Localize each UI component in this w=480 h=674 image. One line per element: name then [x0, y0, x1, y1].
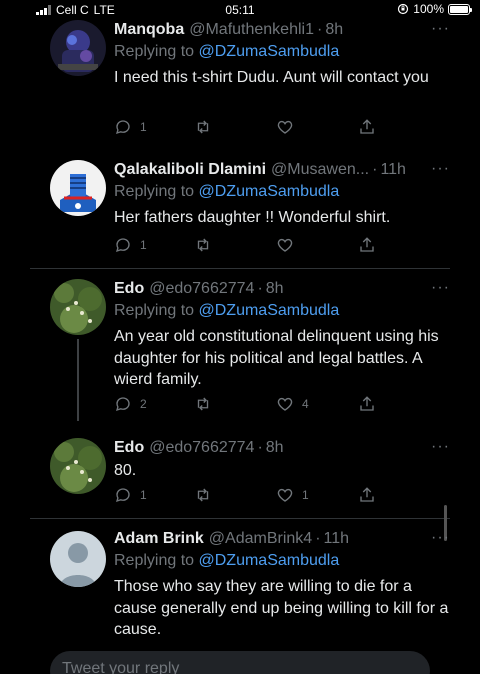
like-button[interactable] [276, 236, 302, 254]
tweet-time[interactable]: 8h [266, 439, 284, 457]
like-button[interactable] [276, 118, 302, 136]
retweet-button[interactable] [194, 236, 220, 254]
avatar[interactable] [50, 531, 106, 587]
reply-composer[interactable] [50, 651, 430, 674]
retweet-icon [197, 238, 209, 252]
tweet-text: Those who say they are willing to die fo… [114, 578, 449, 638]
tweet-text: I need this t-shirt Dudu. Aunt will cont… [114, 69, 429, 86]
more-options-icon[interactable]: ··· [431, 279, 450, 297]
reply-input[interactable] [62, 660, 402, 674]
author-handle[interactable]: @Mafuthenkehli1 [189, 21, 314, 39]
reply-icon [115, 238, 130, 253]
heart-icon [277, 120, 293, 134]
like-count: 4 [302, 397, 309, 411]
divider [30, 268, 450, 269]
avatar[interactable] [50, 20, 106, 76]
orientation-lock-icon [398, 3, 409, 15]
more-options-icon[interactable]: ··· [431, 529, 450, 547]
author-name[interactable]: Adam Brink [114, 530, 204, 548]
reply-count: 2 [140, 397, 147, 411]
author-handle[interactable]: @Musawen... [271, 161, 369, 179]
author-handle[interactable]: @edo7662774 [149, 280, 254, 298]
retweet-icon [197, 120, 209, 134]
author-handle[interactable]: @edo7662774 [149, 439, 254, 457]
reply-icon [115, 488, 130, 503]
status-right: 100% [397, 2, 472, 16]
tweet[interactable]: Adam Brink @AdamBrink4 · 11h ··· Replyin… [0, 527, 480, 647]
reply-button[interactable]: 1 [114, 118, 147, 136]
retweet-button[interactable] [194, 395, 220, 413]
share-icon [360, 237, 374, 252]
author-name[interactable]: Qalakaliboli Dlamini [114, 161, 266, 179]
tweet[interactable]: Manqoba @Mafuthenkehli1 · 8h ··· Replyin… [0, 18, 480, 143]
tweet-time[interactable]: 8h [266, 280, 284, 298]
reply-count: 1 [140, 488, 147, 502]
share-button[interactable] [358, 486, 376, 504]
mention-link[interactable]: @DZumaSambudla [199, 43, 340, 60]
author-name[interactable]: Edo [114, 439, 144, 457]
retweet-icon [197, 488, 209, 502]
like-button[interactable]: 4 [276, 395, 309, 413]
replying-to: Replying to @DZumaSambudla [114, 302, 340, 319]
author-handle[interactable]: @AdamBrink4 [209, 530, 312, 548]
share-button[interactable] [358, 395, 376, 413]
reply-count: 1 [140, 120, 147, 134]
tweet-actions: 1 [114, 118, 384, 138]
mention-link[interactable]: @DZumaSambudla [199, 302, 340, 319]
tweet[interactable]: Qalakaliboli Dlamini @Musawen... · 11h ·… [0, 158, 480, 266]
share-icon [360, 119, 374, 134]
tweet-actions: 1 [114, 236, 384, 256]
replying-to: Replying to @DZumaSambudla [114, 552, 340, 569]
battery-icon [448, 3, 472, 15]
heart-icon [277, 488, 293, 502]
tweet-text: 80. [114, 462, 137, 479]
more-options-icon[interactable]: ··· [431, 20, 450, 38]
author-name[interactable]: Edo [114, 280, 144, 298]
tweet-actions: 2 4 [114, 395, 384, 415]
share-icon [360, 487, 374, 502]
divider [30, 518, 450, 519]
avatar[interactable] [50, 160, 106, 216]
tweet-time[interactable]: 11h [380, 161, 406, 179]
retweet-icon [197, 397, 209, 411]
tweet[interactable]: Edo @edo7662774 · 8h ··· Replying to @DZ… [0, 277, 480, 422]
reply-icon [115, 120, 130, 135]
reply-button[interactable]: 2 [114, 395, 147, 413]
reply-icon [115, 397, 130, 412]
more-options-icon[interactable]: ··· [431, 438, 450, 456]
retweet-button[interactable] [194, 486, 220, 504]
mention-link[interactable]: @DZumaSambudla [199, 552, 340, 569]
retweet-button[interactable] [194, 118, 220, 136]
reply-count: 1 [140, 238, 147, 252]
mention-link[interactable]: @DZumaSambudla [199, 183, 340, 200]
replying-to: Replying to @DZumaSambudla [114, 183, 340, 200]
tweet-text: An year old constitutional delinquent us… [114, 328, 439, 388]
author-name[interactable]: Manqoba [114, 21, 184, 39]
thread-connector [77, 339, 79, 421]
reply-button[interactable]: 1 [114, 236, 147, 254]
like-count: 1 [302, 488, 309, 502]
heart-icon [277, 397, 293, 411]
tweet-text: Her fathers daughter !! Wonderful shirt. [114, 209, 391, 226]
reply-button[interactable]: 1 [114, 486, 147, 504]
heart-icon [277, 238, 293, 252]
like-button[interactable]: 1 [276, 486, 309, 504]
avatar[interactable] [50, 279, 106, 335]
tweet-actions: 1 1 [114, 486, 384, 506]
tweet[interactable]: Edo @edo7662774 · 8h ··· 80. 1 1 [0, 436, 480, 516]
share-button[interactable] [358, 236, 376, 254]
share-button[interactable] [358, 118, 376, 136]
replying-to: Replying to @DZumaSambudla [114, 43, 340, 60]
more-options-icon[interactable]: ··· [431, 160, 450, 178]
status-bar: Cell C LTE 05:11 100% [0, 0, 480, 20]
battery-percentage: 100% [413, 2, 444, 16]
tweet-time[interactable]: 11h [324, 530, 350, 548]
tweet-time[interactable]: 8h [325, 21, 343, 39]
avatar[interactable] [50, 438, 106, 494]
share-icon [360, 396, 374, 411]
